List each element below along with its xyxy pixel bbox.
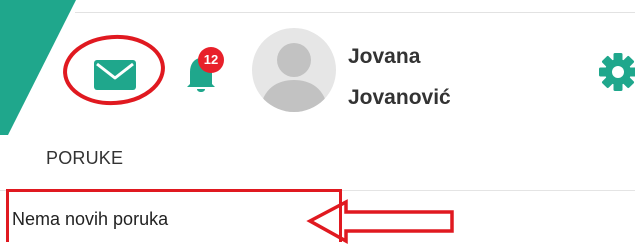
user-name[interactable]: Jovana Jovanović bbox=[348, 36, 488, 118]
user-last-name: Jovanović bbox=[348, 86, 451, 109]
messages-section-title: PORUKE bbox=[46, 148, 124, 168]
notification-count-badge: 12 bbox=[198, 47, 224, 73]
annotation-arrow bbox=[306, 199, 454, 244]
messages-dropdown-screenshot: 12 Jovana Jovanović PORUKE Nema novih po… bbox=[0, 0, 635, 244]
user-first-name: Jovana bbox=[348, 45, 421, 68]
avatar[interactable] bbox=[252, 28, 336, 112]
user-avatar-icon bbox=[252, 28, 336, 112]
annotation-box bbox=[6, 189, 342, 242]
header-top-border bbox=[75, 12, 635, 13]
settings-button[interactable] bbox=[594, 52, 635, 92]
gear-icon bbox=[599, 53, 635, 91]
annotation-circle bbox=[63, 34, 165, 106]
